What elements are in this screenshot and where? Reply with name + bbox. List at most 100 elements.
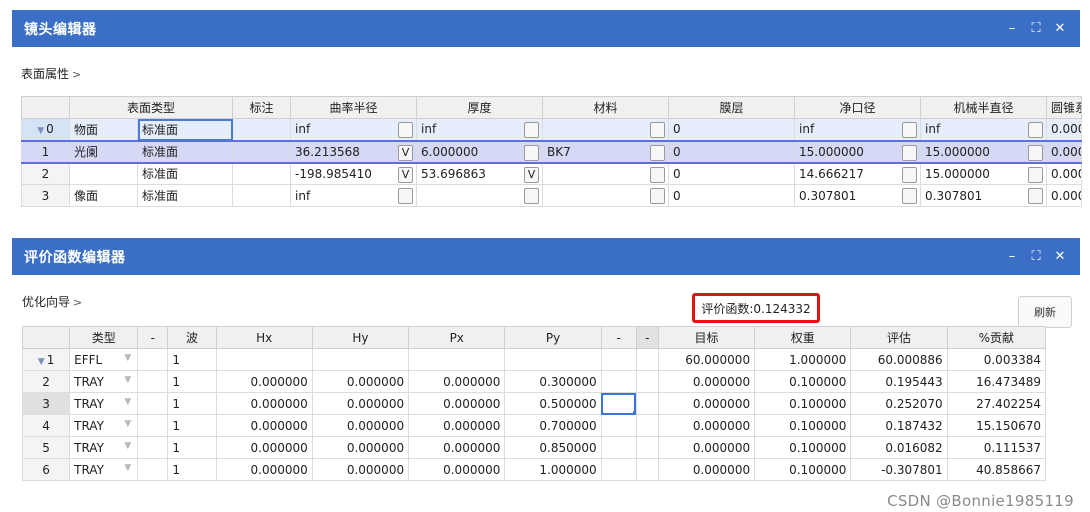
py-cell[interactable]: 0.700000 — [504, 414, 602, 437]
blank-cell[interactable] — [635, 392, 659, 415]
solve-box[interactable] — [1028, 166, 1044, 183]
wave-cell[interactable]: 1 — [167, 414, 217, 437]
conic-cell[interactable]: 0.000000 — [1046, 184, 1083, 207]
surface-properties-toggle[interactable]: 表面属性 > — [21, 65, 81, 82]
dropdown-arrow-icon[interactable]: ▼ — [124, 463, 131, 473]
solve-box[interactable] — [902, 122, 918, 138]
coating-cell[interactable]: 0 — [668, 184, 796, 207]
target-cell[interactable]: 0.000000 — [657, 414, 756, 437]
row-index[interactable]: 3 — [21, 184, 70, 207]
table-row[interactable]: 3 TRAY ▼ 1 0.000000 0.000000 0.000000 0.5… — [21, 392, 1047, 415]
hy-cell[interactable]: 0.000000 — [311, 436, 410, 459]
solve-box[interactable] — [1028, 144, 1044, 161]
material-cell[interactable] — [542, 184, 670, 207]
thickness-cell[interactable]: 6.000000 — [416, 139, 544, 164]
blank-cell[interactable] — [600, 414, 637, 437]
hy-cell[interactable]: 0.000000 — [311, 392, 410, 415]
hy-cell[interactable]: 0.000000 — [311, 414, 410, 437]
solve-box[interactable] — [902, 166, 918, 183]
maximize-icon[interactable]: ⛶ — [1028, 21, 1044, 36]
surface-name-cell[interactable]: 物面 — [69, 118, 138, 141]
solve-box[interactable] — [524, 122, 540, 138]
dropdown-arrow-icon[interactable]: ▼ — [124, 419, 131, 429]
solve-box[interactable] — [650, 122, 666, 138]
table-row[interactable]: 1 光阑 标准面 36.213568 V 6.000000 BK7 0 15.00… — [21, 139, 1083, 164]
dropdown-arrow-icon[interactable]: ▼ — [124, 441, 131, 451]
surface-type-cell[interactable]: 标准面 — [136, 139, 234, 164]
value-cell[interactable]: 0.187432 — [850, 414, 948, 437]
col-header-dash[interactable]: - — [137, 326, 169, 349]
solve-box[interactable] — [650, 188, 666, 204]
py-cell[interactable]: 0.300000 — [504, 370, 602, 393]
mech-semi-dia-cell[interactable]: 0.307801 — [920, 184, 1048, 207]
operand-type-cell[interactable]: EFFL ▼ — [69, 348, 139, 371]
thickness-cell[interactable]: 53.696863 V — [416, 162, 544, 185]
px-cell[interactable]: 0.000000 — [408, 414, 506, 437]
refresh-button[interactable]: 刷新 — [1018, 296, 1072, 328]
hy-cell[interactable]: 0.000000 — [311, 458, 410, 481]
minimize-icon[interactable]: – — [1004, 249, 1020, 264]
contrib-cell[interactable]: 0.003384 — [946, 348, 1047, 371]
wave-cell[interactable]: 1 — [167, 458, 217, 481]
value-cell[interactable]: 0.252070 — [850, 392, 948, 415]
weight-cell[interactable]: 0.100000 — [754, 414, 852, 437]
solve-box[interactable] — [902, 188, 918, 204]
value-cell[interactable]: 60.000886 — [850, 348, 948, 371]
solve-box[interactable] — [524, 188, 540, 204]
operand-type-cell[interactable]: TRAY ▼ — [69, 436, 139, 459]
col-header-py[interactable]: Py — [504, 326, 602, 349]
hx-cell[interactable]: 0.000000 — [215, 370, 313, 393]
table-row[interactable]: 2 标准面 -198.985410 V 53.696863 V 0 14.66621… — [21, 162, 1083, 185]
solve-box[interactable] — [398, 122, 414, 138]
blank-cell[interactable] — [137, 436, 169, 459]
col-header-value[interactable]: 评估 — [850, 326, 948, 349]
target-cell[interactable]: 0.000000 — [657, 458, 756, 481]
table-row[interactable]: 6 TRAY ▼ 1 0.000000 0.000000 0.000000 1.0… — [21, 458, 1047, 481]
px-cell[interactable]: 0.000000 — [408, 458, 506, 481]
table-row[interactable]: 4 TRAY ▼ 1 0.000000 0.000000 0.000000 0.7… — [21, 414, 1047, 437]
col-header-mech-semi-dia[interactable]: 机械半直径 — [920, 96, 1048, 119]
mech-semi-dia-cell[interactable]: 15.000000 — [920, 162, 1048, 185]
selected-cell[interactable] — [600, 392, 637, 415]
surface-name-cell[interactable]: 光阑 — [69, 139, 138, 164]
solve-box[interactable] — [902, 144, 918, 161]
operand-type-cell[interactable]: TRAY ▼ — [69, 392, 139, 415]
clear-semi-dia-cell[interactable]: inf — [794, 118, 922, 141]
col-header-coating[interactable]: 膜层 — [668, 96, 796, 119]
radius-cell[interactable]: -198.985410 V — [290, 162, 418, 185]
col-header-hx[interactable]: Hx — [215, 326, 313, 349]
wave-cell[interactable]: 1 — [167, 392, 217, 415]
py-cell[interactable]: 1.000000 — [504, 458, 602, 481]
radius-cell[interactable]: inf — [290, 118, 418, 141]
col-header-px[interactable]: Px — [408, 326, 506, 349]
hx-cell[interactable]: 0.000000 — [215, 458, 313, 481]
table-row[interactable]: 2 TRAY ▼ 1 0.000000 0.000000 0.000000 0.3… — [21, 370, 1047, 393]
conic-cell[interactable]: 0.000000 — [1046, 118, 1083, 141]
wave-cell[interactable]: 1 — [167, 436, 217, 459]
surface-name-cell[interactable] — [69, 162, 138, 185]
solve-box[interactable] — [650, 144, 666, 161]
hx-cell[interactable]: 0.000000 — [215, 392, 313, 415]
target-cell[interactable]: 0.000000 — [657, 392, 756, 415]
px-cell[interactable]: 0.000000 — [408, 370, 506, 393]
blank-cell[interactable] — [137, 370, 169, 393]
blank-cell[interactable] — [635, 436, 659, 459]
table-row[interactable]: ▼0 物面 标准面 inf inf 0 inf inf 0.000000 — [21, 118, 1083, 141]
material-cell[interactable]: BK7 — [542, 139, 670, 164]
operand-type-cell[interactable]: TRAY ▼ — [69, 414, 139, 437]
px-cell[interactable] — [408, 348, 506, 371]
dropdown-arrow-icon[interactable]: ▼ — [124, 397, 131, 407]
contrib-cell[interactable]: 15.150670 — [946, 414, 1047, 437]
conic-cell[interactable]: 0.000000 — [1046, 162, 1083, 185]
coating-cell[interactable]: 0 — [668, 139, 796, 164]
comment-cell[interactable] — [232, 139, 292, 164]
row-index[interactable]: 3 — [21, 392, 71, 415]
hy-cell[interactable]: 0.000000 — [311, 370, 410, 393]
coating-cell[interactable]: 0 — [668, 118, 796, 141]
clear-semi-dia-cell[interactable]: 15.000000 — [794, 139, 922, 164]
wave-cell[interactable]: 1 — [167, 348, 217, 371]
col-header-material[interactable]: 材料 — [542, 96, 670, 119]
dropdown-arrow-icon[interactable]: ▼ — [124, 375, 131, 385]
px-cell[interactable]: 0.000000 — [408, 436, 506, 459]
col-header-weight[interactable]: 权重 — [754, 326, 852, 349]
